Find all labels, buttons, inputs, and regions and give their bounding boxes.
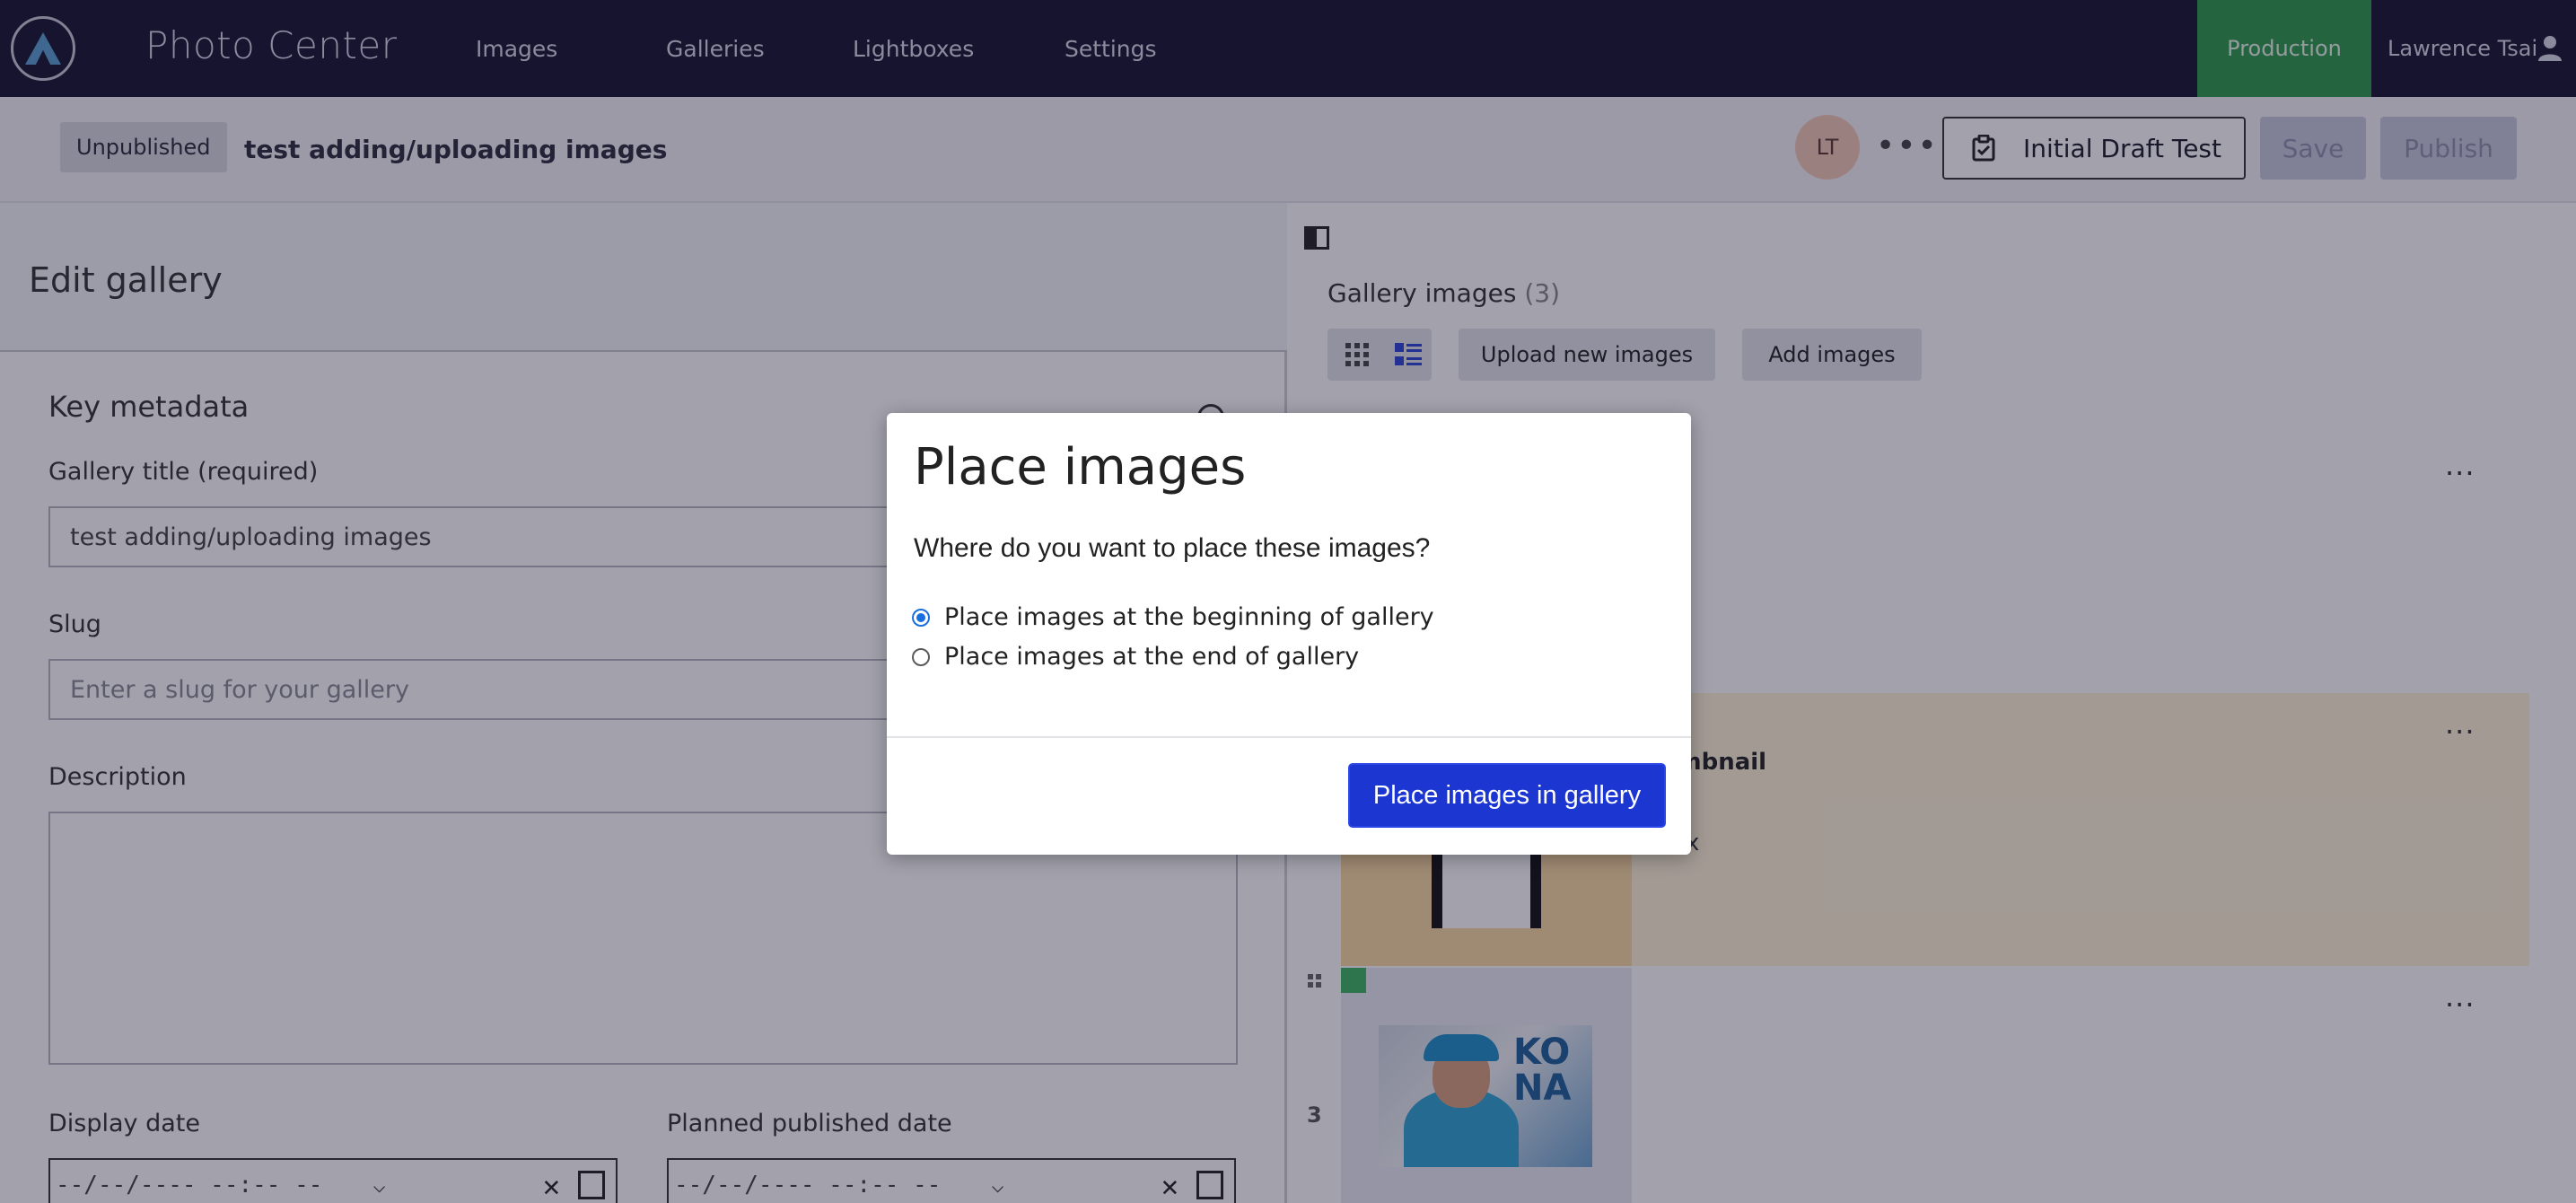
- radio-beginning[interactable]: [912, 608, 930, 627]
- dialog-title: Place images: [914, 438, 1247, 496]
- place-images-button[interactable]: Place images in gallery: [1348, 763, 1666, 828]
- option-beginning-label[interactable]: Place images at the beginning of gallery: [944, 603, 1434, 631]
- radio-end[interactable]: [912, 647, 930, 666]
- dialog-question: Where do you want to place these images?: [914, 533, 1431, 563]
- option-beginning[interactable]: Place images at the beginning of gallery: [912, 603, 1434, 631]
- place-images-dialog: Place images Where do you want to place …: [887, 413, 1691, 855]
- dialog-divider: [887, 736, 1691, 738]
- option-end[interactable]: Place images at the end of gallery: [912, 643, 1359, 671]
- option-end-label[interactable]: Place images at the end of gallery: [944, 643, 1359, 671]
